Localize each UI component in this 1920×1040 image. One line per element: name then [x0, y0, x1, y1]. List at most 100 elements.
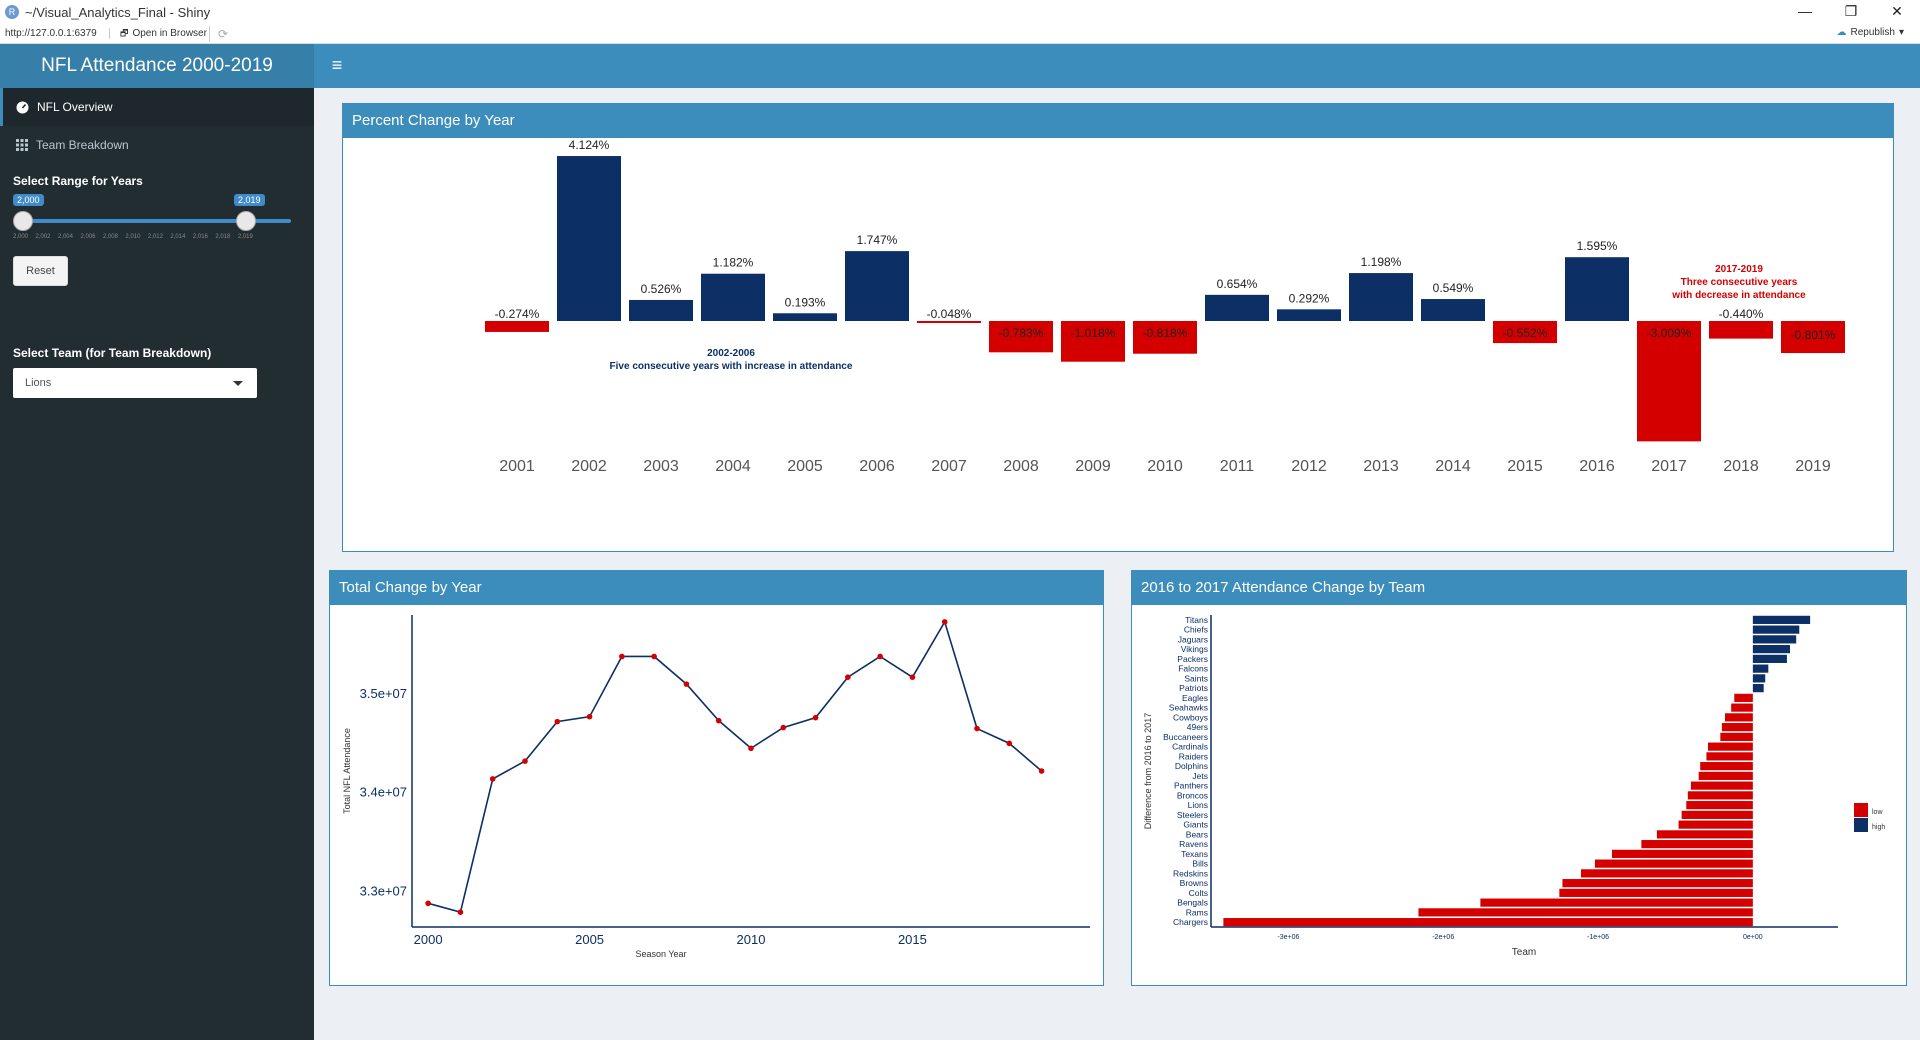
y-tick-label: 49ers: [1187, 722, 1208, 732]
x-tick-label: -1e+06: [1587, 934, 1609, 941]
y-tick-label: Falcons: [1178, 664, 1208, 674]
y-tick-label: Panthers: [1174, 781, 1208, 791]
bar-panthers: [1690, 781, 1753, 790]
data-point-2003: [522, 758, 528, 764]
bar-2014: [1421, 299, 1485, 321]
y-tick-label: Giants: [1183, 820, 1208, 830]
x-axis-label: Team: [1512, 947, 1536, 958]
annotation-title: 2017-2019: [1715, 264, 1763, 275]
data-point-2011: [780, 724, 787, 731]
percent-change-title: Percent Change by Year: [343, 104, 1893, 138]
data-label: -0.818%: [1143, 326, 1188, 340]
slider-max-handle[interactable]: [236, 211, 256, 231]
slider-tick-label: 2,018: [215, 234, 231, 240]
slider-tick-label: 2,002: [35, 234, 51, 240]
window-title: ~/Visual_Analytics_Final - Shiny: [25, 4, 211, 20]
viewer-toolbar: http://127.0.0.1:6379 🗗 Open in Browser …: [0, 24, 1920, 44]
percent-change-box: Percent Change by Year -0.274% 2001 4.124%…: [342, 103, 1894, 552]
x-tick-label: 2011: [1220, 458, 1255, 475]
data-point-2014: [877, 653, 883, 660]
data-label: 0.654%: [1217, 277, 1258, 291]
sidebar-item-nfl-overview[interactable]: NFL Overview: [0, 88, 314, 126]
x-tick-label: 2017: [1651, 458, 1687, 475]
x-tick-label: -3e+06: [1277, 934, 1299, 941]
data-label: -0.274%: [495, 307, 540, 321]
bar-titans: [1752, 615, 1811, 624]
percent-change-chart: -0.274% 2001 4.124% 2002 0.526% 2003 1.182% 200…: [485, 138, 1845, 475]
bar-2002: [557, 156, 621, 321]
data-label: 4.124%: [569, 138, 610, 152]
url-field[interactable]: http://127.0.0.1:6379: [0, 28, 110, 39]
refresh-icon[interactable]: ⟳: [210, 27, 228, 41]
dashboard-header: NFL Attendance 2000-2019 ≡: [0, 44, 1920, 88]
x-tick-label: 2014: [1435, 458, 1471, 475]
bar-eagles: [1734, 693, 1753, 702]
data-point-2005: [586, 713, 593, 720]
year-range-slider[interactable]: 2,000 2,019 2,000 2,002 2,004 2,006 2,008 2,0…: [13, 194, 301, 246]
data-point-2018: [1006, 740, 1013, 747]
republish-button[interactable]: ☁ Republish ▾: [1836, 27, 1904, 38]
y-tick-label: Vikings: [1181, 644, 1208, 654]
rstudio-icon: R: [5, 5, 19, 19]
team-select[interactable]: Lions: [13, 368, 257, 398]
sidebar-item-label: Team Breakdown: [36, 138, 129, 152]
y-tick-label: Bengals: [1177, 898, 1208, 908]
slider-tick-label: 2,008: [102, 234, 118, 240]
bar-2018: [1709, 321, 1773, 339]
x-tick-label: 2006: [859, 458, 895, 475]
sidebar-item-team-breakdown[interactable]: Team Breakdown: [0, 126, 314, 164]
x-tick-label: 2015: [898, 932, 927, 947]
data-label: 1.595%: [1577, 239, 1618, 253]
data-point-2013: [845, 674, 851, 681]
team-select-label: Select Team (for Team Breakdown): [13, 346, 212, 360]
x-tick-label: 2005: [787, 458, 823, 475]
y-tick-label: Chiefs: [1184, 625, 1208, 635]
slider-ticks: 2,000 2,002 2,004 2,006 2,008 2,010 2,012 2,014…: [13, 234, 253, 240]
y-tick-label: 3.4e+07: [360, 785, 407, 800]
y-tick-label: Cardinals: [1172, 742, 1208, 752]
minimize-icon[interactable]: —: [1782, 0, 1828, 24]
sidebar: NFL Overview Team Breakdown Select Range…: [0, 88, 314, 1040]
slider-min-handle[interactable]: [13, 211, 33, 231]
bar-giants: [1678, 820, 1753, 829]
y-tick-label: 3.5e+07: [360, 686, 407, 701]
attendance-line: [427, 619, 1043, 914]
bar-bengals: [1480, 898, 1753, 907]
x-tick-label: 2003: [643, 458, 679, 475]
y-tick-label: Chargers: [1173, 917, 1208, 927]
bar-2006: [845, 251, 909, 321]
dashboard-title: NFL Attendance 2000-2019: [0, 44, 314, 88]
data-point-2010: [748, 745, 754, 752]
legend-swatch-high: [1854, 818, 1868, 832]
bar-cardinals: [1707, 742, 1753, 751]
total-change-title: Total Change by Year: [330, 571, 1103, 605]
y-axis-label: Difference from 2016 to 2017: [1143, 713, 1153, 829]
maximize-icon[interactable]: ❐: [1828, 0, 1874, 24]
data-point-2012: [812, 714, 819, 721]
open-in-browser-button[interactable]: 🗗 Open in Browser: [110, 25, 210, 42]
y-tick-label: 3.3e+07: [360, 883, 407, 898]
window-controls: — ❐ ✕: [1782, 0, 1920, 24]
slider-min-badge: 2,000: [13, 194, 44, 206]
sidebar-toggle-icon[interactable]: ≡: [326, 54, 348, 76]
bar-ravens: [1641, 840, 1753, 849]
y-tick-label: Jets: [1192, 771, 1208, 781]
x-tick-label: 2010: [737, 932, 766, 947]
x-tick-label: 2009: [1075, 458, 1111, 475]
bar-2012: [1277, 309, 1341, 321]
y-tick-label: Patriots: [1179, 683, 1208, 693]
bar-2016: [1565, 257, 1629, 321]
data-label: 0.193%: [785, 295, 826, 309]
y-tick-label: Cowboys: [1173, 712, 1208, 722]
reset-button[interactable]: Reset: [13, 256, 68, 286]
y-tick-label: Jaguars: [1178, 634, 1208, 644]
x-tick-label: 2000: [414, 932, 443, 947]
bar-2003: [629, 299, 693, 321]
team-change-chart: TitansChiefsJaguarsVikingsPackersFalcons…: [1143, 615, 1885, 958]
close-icon[interactable]: ✕: [1874, 0, 1920, 24]
x-tick-label: 2005: [575, 932, 604, 947]
y-tick-label: Colts: [1189, 888, 1208, 898]
x-tick-label: 2002: [571, 458, 607, 475]
bar-dolphins: [1700, 762, 1753, 771]
slider-tick-label: 2,000: [13, 234, 29, 240]
